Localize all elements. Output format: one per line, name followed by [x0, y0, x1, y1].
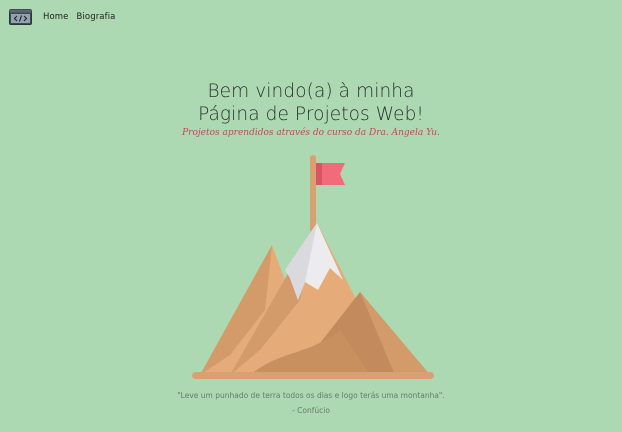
- page-title-line1: Bem vindo(a) à minha: [207, 81, 415, 102]
- page-subtitle: Projetos aprendidos através do curso da …: [182, 128, 440, 138]
- page-title: Bem vindo(a) à minha Página de Projetos …: [0, 80, 622, 126]
- code-editor-icon[interactable]: [9, 9, 32, 25]
- flag-fold: [316, 163, 322, 185]
- hero-section: Bem vindo(a) à minha Página de Projetos …: [0, 80, 622, 138]
- top-nav: Home Biografia: [9, 8, 123, 26]
- mountain-flag-icon: [192, 155, 434, 379]
- quote-text: "Leve um punhado de terra todos os dias …: [177, 391, 445, 400]
- nav-home-link[interactable]: Home: [43, 12, 69, 22]
- quote-author: - Confúcio: [292, 406, 330, 415]
- page-title-line2: Página de Projetos Web!: [198, 104, 424, 125]
- nav-biografia-link[interactable]: Biografia: [77, 12, 116, 22]
- flag-pole: [310, 155, 316, 233]
- ground-line: [192, 372, 434, 379]
